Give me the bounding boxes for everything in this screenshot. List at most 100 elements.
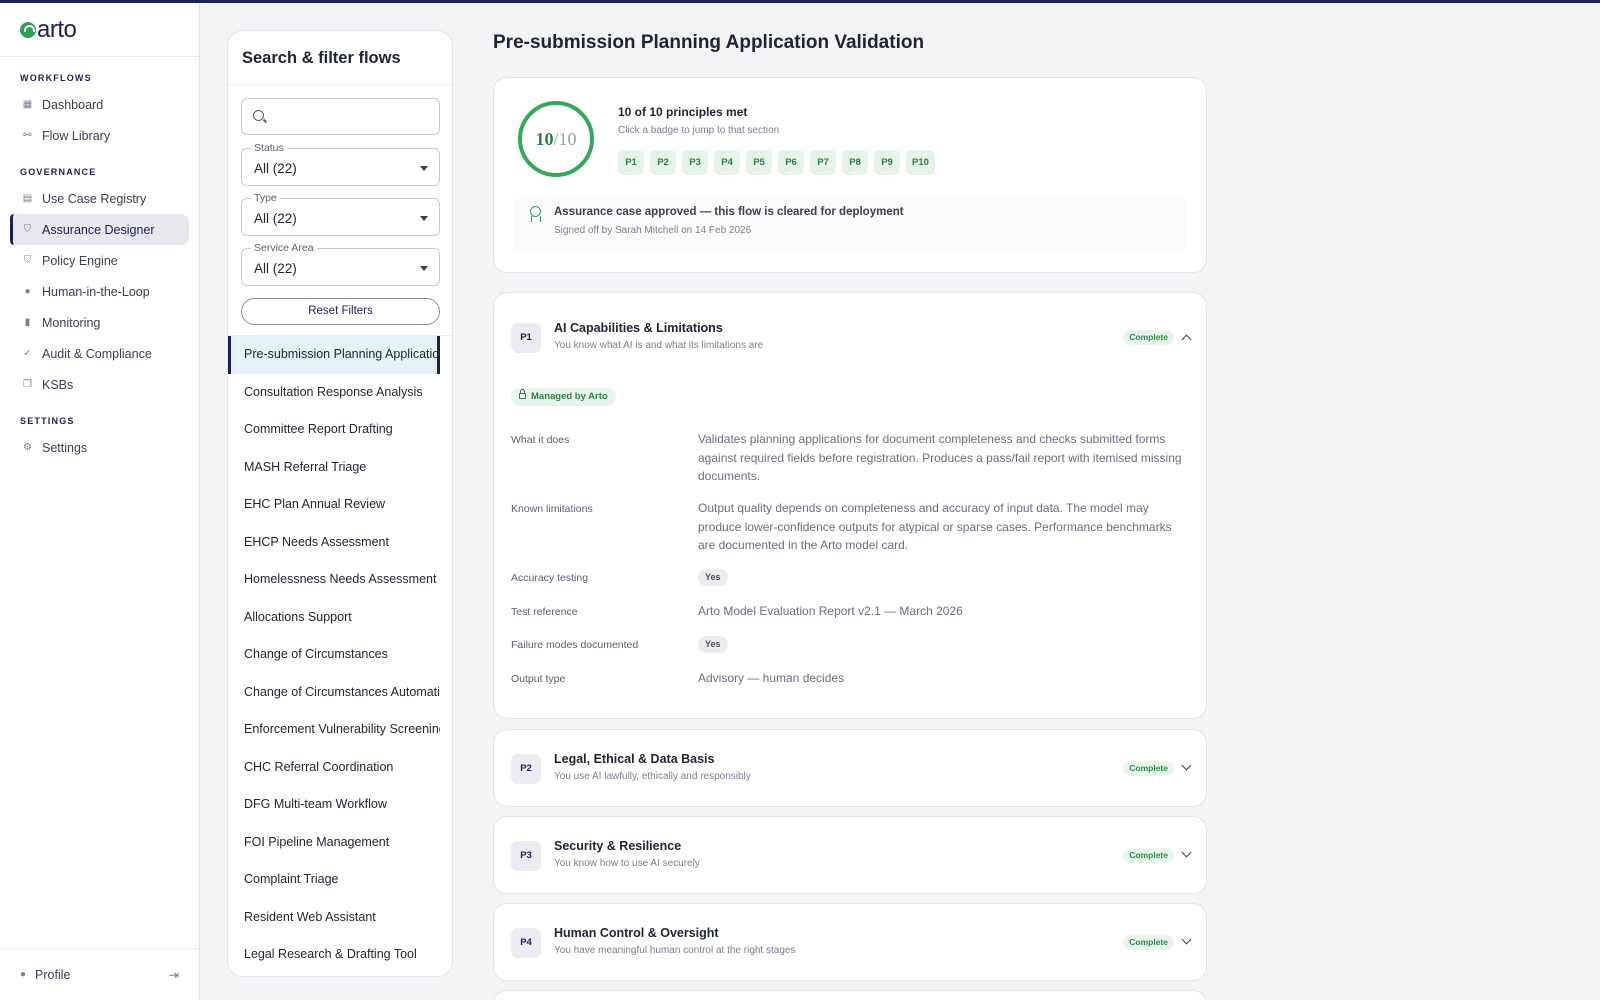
status-select[interactable]: Status All (22) <box>241 142 440 186</box>
search-input[interactable] <box>272 107 432 127</box>
stack-icon: ❐ <box>23 379 32 390</box>
principle-header[interactable]: P2 Legal, Ethical & Data Basis You use A… <box>494 730 1206 806</box>
principle-badge[interactable]: P2 <box>650 150 676 175</box>
chevron-up-icon[interactable] <box>1181 334 1192 345</box>
registry-icon: ▤ <box>22 193 33 204</box>
filter-panel: Search & filter flows Status All (22) Ty… <box>227 30 453 977</box>
flow-item[interactable]: Change of Circumstances Automation <box>228 674 440 712</box>
approval-banner: Assurance case approved — this flow is c… <box>514 196 1186 252</box>
principle-badge[interactable]: P7 <box>810 150 836 175</box>
caret-down-icon <box>420 166 428 171</box>
chevron-down-icon[interactable] <box>1181 934 1192 945</box>
field-value: Output quality depends on completeness a… <box>698 501 1172 552</box>
nav-section-settings: SETTINGS <box>20 416 75 426</box>
logo-text: arto <box>37 15 77 43</box>
principle-card-p2: P2 Legal, Ethical & Data Basis You use A… <box>493 729 1207 807</box>
chevron-down-icon[interactable] <box>1181 760 1192 771</box>
field-label: Test reference <box>511 606 578 618</box>
managed-badge: Managed by Arto <box>511 388 616 406</box>
flow-item[interactable]: DFG Multi-team Workflow <box>228 786 440 824</box>
sidebar-item-flow-library[interactable]: ⚯ Flow Library <box>10 120 189 151</box>
field-value: Validates planning applications for docu… <box>698 432 1182 483</box>
flow-item[interactable]: MASH Referral Triage <box>228 449 440 487</box>
search-field[interactable] <box>241 98 440 135</box>
principle-subtitle: You know how to use AI securely <box>554 858 700 869</box>
flow-item[interactable]: Change of Circumstances <box>228 636 440 674</box>
sidebar-item-label: Settings <box>42 440 88 455</box>
principle-title: Legal, Ethical & Data Basis <box>554 752 715 766</box>
sidebar-item-audit-compliance[interactable]: ✓ Audit & Compliance <box>10 338 189 369</box>
award-icon <box>530 206 541 222</box>
approval-signoff: Signed off by Sarah Mitchell on 14 Feb 2… <box>554 225 752 236</box>
reset-filters-button[interactable]: Reset Filters <box>241 298 440 325</box>
managed-label: Managed by Arto <box>531 391 608 402</box>
flow-item[interactable]: Consultation Response Analysis <box>228 374 440 412</box>
profile-label: Profile <box>35 967 71 982</box>
sidebar-item-policy-engine[interactable]: ⛉ Policy Engine <box>10 245 189 276</box>
principle-badge[interactable]: P8 <box>842 150 868 175</box>
page-title: Pre-submission Planning Application Vali… <box>493 32 925 53</box>
sidebar-item-human-in-the-loop[interactable]: ● Human-in-the-Loop <box>10 276 189 307</box>
top-accent-bar <box>0 0 1600 3</box>
flow-item[interactable]: FOI Pipeline Management <box>228 824 440 862</box>
flow-item[interactable]: Homelessness Needs Assessment <box>228 561 440 599</box>
principle-badges: P1 P2 P3 P4 P5 P6 P7 P8 P9 P10 <box>618 150 941 175</box>
principle-number: P4 <box>511 928 541 958</box>
lock-icon <box>519 389 526 399</box>
principle-subtitle: You know what AI is and what its limitat… <box>554 340 764 351</box>
sidebar-item-use-case-registry[interactable]: ▤ Use Case Registry <box>10 183 189 214</box>
principle-badge[interactable]: P6 <box>778 150 804 175</box>
sidebar-item-assurance-designer[interactable]: ⛉ Assurance Designer <box>10 214 189 245</box>
principle-title: AI Capabilities & Limitations <box>554 321 723 335</box>
flow-item[interactable]: Allocations Support <box>228 599 440 637</box>
sidebar-item-label: Human-in-the-Loop <box>42 284 150 299</box>
flow-item[interactable]: Pre-submission Planning Application Vali… <box>228 336 440 374</box>
flow-item[interactable]: Complaint Triage <box>228 861 440 899</box>
principle-badge[interactable]: P1 <box>618 150 644 175</box>
logout-icon[interactable]: ⇥ <box>169 968 179 982</box>
principle-badge[interactable]: P10 <box>906 150 935 175</box>
principle-number: P3 <box>511 841 541 871</box>
sidebar-item-label: Flow Library <box>42 128 111 143</box>
principle-card-p4: P4 Human Control & Oversight You have me… <box>493 903 1207 981</box>
flow-item[interactable]: Committee Report Drafting <box>228 411 440 449</box>
profile-button[interactable]: ● Profile ⇥ <box>0 948 199 1000</box>
principle-badge[interactable]: P5 <box>746 150 772 175</box>
principle-header[interactable]: P1 AI Capabilities & Limitations You kno… <box>494 293 1206 369</box>
sidebar-item-ksbs[interactable]: ❐ KSBs <box>10 369 189 400</box>
principle-header[interactable]: P4 Human Control & Oversight You have me… <box>494 904 1206 980</box>
flow-item[interactable]: Legal Research & Drafting Tool <box>228 936 440 974</box>
status-badge: Complete <box>1123 935 1174 950</box>
flow-item[interactable]: EHC Plan Annual Review <box>228 486 440 524</box>
service-area-select[interactable]: Service Area All (22) <box>241 242 440 286</box>
principle-subtitle: You have meaningful human control at the… <box>554 945 796 956</box>
badge-hint-text: Click a badge to jump to that section <box>618 125 780 136</box>
sidebar-item-monitoring[interactable]: ▮ Monitoring <box>10 307 189 338</box>
principle-badge[interactable]: P3 <box>682 150 708 175</box>
shield-icon: ⛉ <box>23 255 32 266</box>
principle-title: Human Control & Oversight <box>554 926 719 940</box>
status-badge: Complete <box>1123 761 1174 776</box>
sidebar-item-label: Audit & Compliance <box>42 346 152 361</box>
principle-badge[interactable]: P4 <box>714 150 740 175</box>
sidebar-item-label: Use Case Registry <box>42 191 147 206</box>
flow-item[interactable]: CHC Referral Coordination <box>228 749 440 787</box>
logo[interactable]: arto <box>0 3 199 57</box>
chevron-down-icon[interactable] <box>1181 847 1192 858</box>
status-select-label: Status <box>251 142 287 154</box>
sidebar-item-dashboard[interactable]: ▦ Dashboard <box>10 89 189 120</box>
sidebar-item-settings[interactable]: ⚙ Settings <box>10 432 189 463</box>
person-icon: ● <box>24 286 31 297</box>
sidebar-item-label: Policy Engine <box>42 253 118 268</box>
service-area-select-label: Service Area <box>251 242 317 254</box>
principle-badge[interactable]: P9 <box>874 150 900 175</box>
flow-item[interactable]: EHCP Needs Assessment <box>228 524 440 562</box>
sidebar: arto WORKFLOWS ▦ Dashboard ⚯ Flow Librar… <box>0 3 200 1000</box>
yes-pill: Yes <box>698 569 728 586</box>
flow-item[interactable]: Enforcement Vulnerability Screening <box>228 711 440 749</box>
type-select[interactable]: Type All (22) <box>241 192 440 236</box>
field-value: Advisory — human decides <box>698 671 845 685</box>
principle-header[interactable]: P3 Security & Resilience You know how to… <box>494 817 1206 893</box>
score-ring: 10/10 <box>518 101 594 177</box>
flow-item[interactable]: Resident Web Assistant <box>228 899 440 937</box>
